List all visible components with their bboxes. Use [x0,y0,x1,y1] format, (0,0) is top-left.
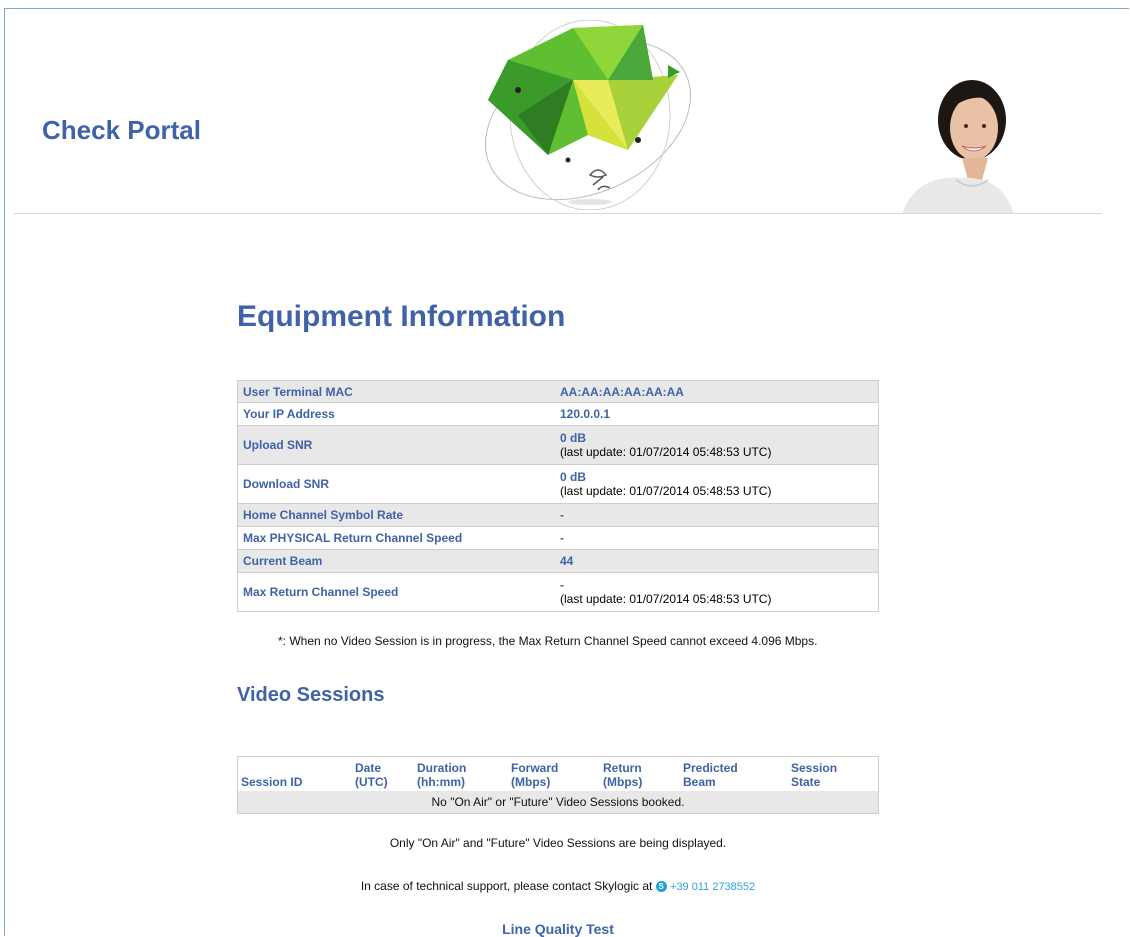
equipment-title: Equipment Information [237,300,566,333]
table-row: Home Channel Symbol Rate - [237,503,879,527]
row-label: Upload SNR [237,425,555,465]
col-session-state: Session State [791,761,838,789]
row-label: Max Return Channel Speed [237,572,555,612]
row-label: Home Channel Symbol Rate [237,503,555,527]
row-label: User Terminal MAC [237,380,555,403]
video-sessions-title: Video Sessions [237,684,385,706]
table-row: No "On Air" or "Future" Video Sessions b… [237,791,879,814]
table-row: Max PHYSICAL Return Channel Speed - [237,526,879,550]
table-row: Upload SNR 0 dB (last update: 01/07/2014 … [237,425,879,465]
table-row: Download SNR 0 dB (last update: 01/07/201… [237,464,879,504]
row-note: (last update: 01/07/2014 05:48:53 UTC) [560,592,772,606]
brand-title: Check Portal [42,115,201,145]
max-speed-footnote: *: When no Video Session is in progress,… [278,634,818,648]
support-phone-link[interactable]: +39 011 2738552 [670,881,755,893]
row-label: Current Beam [237,549,555,573]
table-row: Max Return Channel Speed - (last update: … [237,572,879,612]
table-row: Current Beam 44 [237,549,879,573]
row-value: 0 dB [560,470,587,484]
video-sessions-table: Session ID Date (UTC) Duration (hh:mm) For… [237,756,879,814]
smiling-woman-photo [902,80,1014,214]
header-divider [14,213,1102,214]
row-label: Download SNR [237,464,555,504]
row-value: 120.0.0.1 [560,407,611,421]
satellite-sphere-logo [484,20,692,210]
row-label: Max PHYSICAL Return Channel Speed [237,526,555,550]
skype-icon[interactable]: S [655,881,667,893]
support-text: In case of technical support, please con… [360,879,653,893]
row-note: (last update: 01/07/2014 05:48:53 UTC) [560,445,772,459]
col-duration: Duration (hh:mm) [417,761,467,789]
row-value: - [560,531,564,545]
col-return: Return (Mbps) [603,761,643,789]
col-session-id: Session ID [241,775,303,789]
table-row: Your IP Address 120.0.0.1 [237,402,879,426]
table-header-row: Session ID Date (UTC) Duration (hh:mm) For… [238,757,879,792]
equipment-table: User Terminal MAC AA:AA:AA:AA:AA:AA Your… [237,380,879,612]
support-line: In case of technical support, please con… [237,879,879,893]
row-value: - [560,508,564,522]
col-date: Date (UTC) [355,761,388,789]
empty-sessions-message: No "On Air" or "Future" Video Sessions b… [237,791,879,814]
row-label: Your IP Address [237,402,555,426]
row-value: - [560,578,564,592]
sessions-display-note: Only "On Air" and "Future" Video Session… [389,836,727,850]
row-value: AA:AA:AA:AA:AA:AA [560,384,684,399]
row-note: (last update: 01/07/2014 05:48:53 UTC) [560,484,772,498]
table-row: User Terminal MAC AA:AA:AA:AA:AA:AA [237,380,879,403]
col-forward: Forward (Mbps) [511,761,559,789]
col-predicted-beam: Predicted Beam [683,761,738,789]
row-value: 0 dB [560,431,587,445]
row-value: 44 [560,554,574,568]
